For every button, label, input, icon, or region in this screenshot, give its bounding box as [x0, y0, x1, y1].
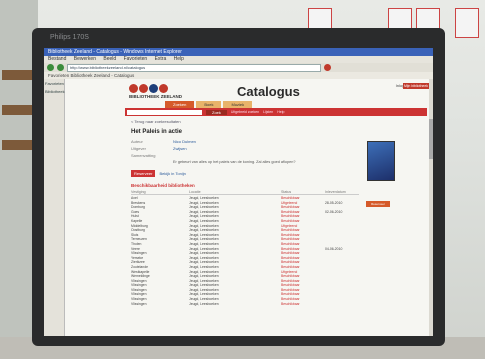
- scrollbar[interactable]: [429, 79, 433, 336]
- shelf: [2, 70, 36, 80]
- menu-item-view[interactable]: Beeld: [103, 56, 116, 62]
- column-header: Status: [281, 190, 292, 194]
- help-link[interactable]: Help: [277, 110, 284, 114]
- favorites-sidebar: Favorieten Bibliotheek: [44, 79, 65, 336]
- advanced-search-link[interactable]: Uitgebreid zoeken: [231, 110, 259, 114]
- catalog-tabs: Zoeken Boek Muziek: [165, 101, 253, 108]
- item-detail: Het Paleis in actie Auteur Nico Dulmen U…: [131, 129, 359, 306]
- item-description: Er gebeurt van alles op het paleis van d…: [173, 160, 296, 164]
- shelf: [2, 105, 36, 115]
- item-title: Het Paleis in actie: [131, 129, 183, 135]
- wall-poster: [455, 8, 479, 38]
- links-bar: Favorieten Bibliotheek Zeeland - Catalog…: [44, 72, 433, 79]
- address-bar[interactable]: http://www.bibliotheekzeeland.nl/catalog…: [67, 63, 321, 72]
- browser-body: Favorieten Bibliotheek BIBLIOTHEEK ZEELA…: [44, 79, 433, 336]
- back-icon[interactable]: [47, 64, 54, 71]
- breadcrumb[interactable]: < Terug naar zoekresultaten: [131, 119, 181, 124]
- detail-key: Uitgever: [131, 146, 146, 151]
- column-header: Locatie: [189, 190, 201, 194]
- detail-value[interactable]: Zwijsen: [173, 146, 359, 151]
- my-library-button[interactable]: Mijn bibliotheek: [403, 83, 429, 89]
- screen: Bibliotheek Zeeland - Catalogus - Window…: [44, 48, 433, 336]
- menu-item-tools[interactable]: Extra: [155, 56, 167, 62]
- cover-reserve-button[interactable]: Reserveer: [366, 201, 390, 207]
- sidebar-item-favorites[interactable]: Favorieten: [45, 81, 64, 86]
- search-bar: Zoek Uitgebreid zoeken Lijsten Help: [125, 108, 427, 116]
- stop-icon[interactable]: [324, 64, 331, 71]
- browser-toolbar: http://www.bibliotheekzeeland.nl/catalog…: [44, 63, 433, 72]
- menu-item-file[interactable]: Bestand: [48, 56, 66, 62]
- detail-value[interactable]: Nico Dulmen: [173, 139, 359, 144]
- reserve-button[interactable]: Reserveer: [131, 170, 156, 177]
- column-header: Inleverdatum: [325, 190, 346, 194]
- book-cover[interactable]: [367, 141, 395, 181]
- availability-header: Vestiging Locatie Status Inleverdatum: [131, 190, 359, 195]
- table-cell[interactable]: Vlissingen: [131, 302, 189, 307]
- logo-text: BIBLIOTHEEK ZEELAND: [129, 94, 183, 99]
- tab-search[interactable]: Zoeken: [165, 101, 195, 108]
- shelf: [2, 140, 36, 150]
- search-button[interactable]: Zoek: [206, 109, 227, 115]
- detail-row: Auteur Nico Dulmen: [131, 139, 359, 144]
- logo-circle-icon: [159, 84, 168, 93]
- window-title: Bibliotheek Zeeland - Catalogus - Window…: [44, 48, 433, 56]
- logo-circle-icon: [139, 84, 148, 93]
- menu-item-favorites[interactable]: Favorieten: [124, 56, 148, 62]
- scrollbar-thumb[interactable]: [429, 119, 433, 159]
- tab-book[interactable]: Boek: [196, 101, 222, 108]
- logo-circle-icon: [129, 84, 138, 93]
- menu-bar: Bestand Bewerken Beeld Favorieten Extra …: [44, 56, 433, 63]
- library-logo[interactable]: [129, 84, 168, 93]
- detail-value: [173, 153, 359, 158]
- availability-title: Beschikbaarheid bibliotheken: [131, 183, 195, 188]
- logo-circle-icon: [149, 84, 158, 93]
- table-cell: [325, 302, 359, 307]
- monitor-brand: Philips 170S: [50, 34, 89, 41]
- availability-table: Axel Jeugd, Leesboeken Beschikbaar Breskens…: [131, 196, 359, 306]
- detail-key: Samenvatting: [131, 153, 156, 158]
- table-row: Vlissingen Jeugd, Leesboeken Beschikbaar: [131, 302, 359, 307]
- detail-row: Uitgever Zwijsen: [131, 146, 359, 151]
- menu-item-edit[interactable]: Bewerken: [74, 56, 96, 62]
- detail-key: Auteur: [131, 139, 143, 144]
- reserve-bar: Reserveer Bekijk in Tonijn: [131, 170, 359, 177]
- view-link[interactable]: Bekijk in Tonijn: [159, 171, 185, 176]
- table-cell: Jeugd, Leesboeken: [189, 301, 219, 306]
- tab-music[interactable]: Muziek: [223, 101, 253, 108]
- search-input[interactable]: [127, 109, 202, 115]
- lists-link[interactable]: Lijsten: [263, 110, 273, 114]
- menu-item-help[interactable]: Help: [174, 56, 184, 62]
- monitor: Philips 170S Bibliotheek Zeeland - Catal…: [32, 28, 445, 346]
- sidebar-item-library[interactable]: Bibliotheek: [45, 89, 65, 94]
- column-header: Vestiging: [131, 190, 146, 194]
- table-cell: Beschikbaar: [281, 301, 300, 306]
- page-title: Catalogus: [237, 84, 300, 99]
- forward-icon[interactable]: [57, 64, 64, 71]
- detail-row: Samenvatting: [131, 153, 359, 158]
- web-page: BIBLIOTHEEK ZEELAND Catalogus Inloggen M…: [65, 79, 433, 336]
